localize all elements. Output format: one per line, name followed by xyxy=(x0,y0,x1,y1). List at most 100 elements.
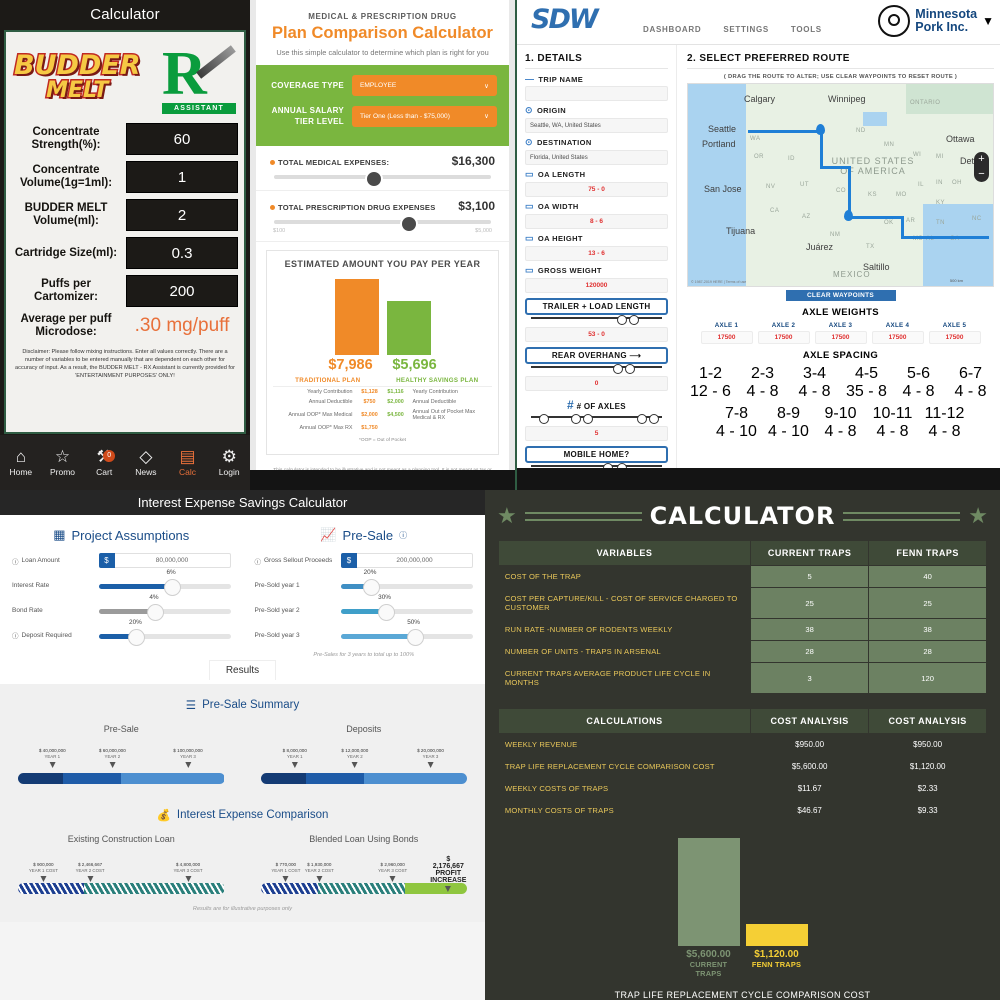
route-map[interactable]: Calgary Winnipeg Seattle Portland San Jo… xyxy=(687,83,994,287)
slider-knob[interactable] xyxy=(146,604,164,621)
axle-spacing-value[interactable]: 4 - 10 xyxy=(765,423,812,441)
info-icon[interactable]: ⓘ xyxy=(12,556,19,566)
row-current-value[interactable]: 3 xyxy=(750,662,870,694)
map-state-ut: UT xyxy=(800,182,809,188)
field-input[interactable]: 8 - 6 xyxy=(525,214,668,229)
axle-weight-value[interactable]: 17500 xyxy=(814,331,867,344)
slider[interactable]: 6% xyxy=(98,569,231,596)
route-waypoint-2[interactable] xyxy=(844,210,853,221)
info-icon[interactable]: ⓘ xyxy=(255,556,262,566)
clear-waypoints-button[interactable]: CLEAR WAYPOINTS xyxy=(785,290,896,301)
axle-weight-value[interactable]: 17500 xyxy=(928,331,981,344)
slider-knob[interactable] xyxy=(164,579,182,596)
bullet-icon xyxy=(270,205,275,210)
slider-knob[interactable] xyxy=(128,629,146,646)
row-current-value[interactable]: 5 xyxy=(750,565,870,588)
money-value[interactable]: 200,000,000 xyxy=(357,553,473,568)
route-waypoint-1[interactable] xyxy=(816,124,825,135)
slider[interactable]: 4% xyxy=(98,594,231,621)
field-value[interactable]: 200 xyxy=(126,275,238,307)
row-fenn-value[interactable]: 38 xyxy=(868,618,988,641)
nav-item-tools[interactable]: TOOLS xyxy=(791,25,822,34)
field-input[interactable]: Seattle, WA, United States xyxy=(525,118,668,133)
nav-item-home[interactable]: ⌂ Home xyxy=(0,435,42,490)
row-current-value[interactable]: 38 xyxy=(750,618,870,641)
field-input[interactable]: 120000 xyxy=(525,278,668,293)
marker-year: YEAR 1 xyxy=(286,754,303,759)
axle-spacing-value[interactable]: 4 - 8 xyxy=(921,423,968,441)
select-control[interactable]: Tier One (Less than - $75,000) ∨ xyxy=(352,105,497,127)
field-input[interactable]: 75 - 0 xyxy=(525,182,668,197)
axle-weight-value[interactable]: 17500 xyxy=(757,331,810,344)
timeline-marker: $ 8,000,000 YEAR 1 xyxy=(283,748,307,768)
row-fenn-value[interactable]: 25 xyxy=(868,587,988,619)
axle-weight-value[interactable]: 17500 xyxy=(700,331,753,344)
nav-item-promo[interactable]: ☆ Promo xyxy=(42,435,84,490)
account-menu[interactable]: Minnesota Pork Inc. ▼ xyxy=(878,5,994,37)
axle-spacing-value[interactable]: 4 - 8 xyxy=(947,383,994,401)
bottom-nav-bar[interactable]: ⌂Home☆Promo⚒0Cart◇News▤Calc⚙Login xyxy=(0,435,250,490)
field-value[interactable]: 2 xyxy=(126,199,238,231)
nav-item-login[interactable]: ⚙ Login xyxy=(208,435,250,490)
row-fenn-value[interactable]: 40 xyxy=(868,565,988,588)
rear-overhang-value[interactable]: 0 xyxy=(525,376,668,391)
axle-spacing-value[interactable]: 12 - 6 xyxy=(687,383,734,401)
field-input[interactable]: 13 - 6 xyxy=(525,246,668,261)
field-input[interactable] xyxy=(525,86,668,101)
zoom-in-button[interactable]: + xyxy=(974,152,989,167)
main-nav[interactable]: DASHBOARD SETTINGS TOOLS xyxy=(643,25,822,34)
slider[interactable]: 30% xyxy=(341,594,473,621)
axle-spacing-value[interactable]: 4 - 8 xyxy=(817,423,864,441)
axle-spacing-value[interactable]: 4 - 8 xyxy=(791,383,838,401)
slider-knob[interactable] xyxy=(399,215,418,233)
info-icon[interactable]: ⓘ xyxy=(12,630,19,640)
row-fenn-value[interactable]: 28 xyxy=(868,640,988,663)
axle-weight-value[interactable]: 17500 xyxy=(871,331,924,344)
axle-spacing-value[interactable]: 4 - 10 xyxy=(713,423,760,441)
map-zoom-controls[interactable]: + − xyxy=(974,152,989,182)
field-value[interactable]: 1 xyxy=(126,161,238,193)
slider[interactable]: 20% xyxy=(98,619,231,646)
slider-label: TOTAL MEDICAL EXPENSES: xyxy=(270,158,389,167)
money-input[interactable]: $80,000,000 xyxy=(98,553,231,568)
slider-track[interactable] xyxy=(274,215,491,233)
row-current-value[interactable]: 25 xyxy=(750,587,870,619)
slider[interactable]: 20% xyxy=(341,569,473,596)
trip-detail-fields: — TRIP NAME ⊙ ORIGIN Seattle, WA, United Sta… xyxy=(525,74,668,293)
row-fenn-value[interactable]: 120 xyxy=(868,662,988,694)
trailer-length-value[interactable]: 53 - 0 xyxy=(525,327,668,342)
slider-knob[interactable] xyxy=(406,629,424,646)
map-state-ca: CA xyxy=(770,208,780,214)
deposits-timeline-col: Deposits $ 8,000,000 YEAR 1 $ 12,000,000 YE… xyxy=(243,724,486,792)
slider-knob[interactable] xyxy=(377,604,395,621)
select-control[interactable]: EMPLOYEE ∨ xyxy=(352,75,497,96)
money-value[interactable]: 80,000,000 xyxy=(114,553,231,568)
row-current-value[interactable]: 28 xyxy=(750,640,870,663)
nav-item-dashboard[interactable]: DASHBOARD xyxy=(643,25,701,34)
field-value[interactable]: 0.3 xyxy=(126,237,238,269)
chevron-down-icon[interactable]: ▼ xyxy=(982,14,994,28)
slider[interactable]: 50% xyxy=(341,619,473,646)
slider-track[interactable] xyxy=(274,170,491,188)
nav-item-calc[interactable]: ▤ Calc xyxy=(167,435,209,490)
pin-icon: ⊙ xyxy=(525,105,533,115)
nav-item-settings[interactable]: SETTINGS xyxy=(723,25,769,34)
num-axles-value[interactable]: 5 xyxy=(525,426,668,441)
info-icon[interactable]: ⓘ xyxy=(399,530,407,541)
slider-knob[interactable] xyxy=(365,170,384,188)
field-value[interactable]: 60 xyxy=(126,123,238,155)
calculator-field-row: Cartridge Size(ml): 0.3 xyxy=(6,234,244,272)
nav-item-news[interactable]: ◇ News xyxy=(125,435,167,490)
axle-spacing-value[interactable]: 4 - 8 xyxy=(869,423,916,441)
zoom-out-button[interactable]: − xyxy=(974,167,989,182)
map-city-san-jose: San Jose xyxy=(704,184,742,194)
axle-spacing-value[interactable]: 35 - 8 xyxy=(843,383,890,401)
axle-spacing-value[interactable]: 4 - 8 xyxy=(895,383,942,401)
calculations-table: CALCULATIONS COST ANALYSIS COST ANALYSIS W… xyxy=(497,708,988,822)
money-input[interactable]: $200,000,000 xyxy=(341,553,473,568)
variables-header-row: VARIABLES CURRENT TRAPS FENN TRAPS xyxy=(497,540,988,566)
field-input[interactable]: Florida, United States xyxy=(525,150,668,165)
nav-item-cart[interactable]: ⚒0Cart xyxy=(83,435,125,490)
results-tab[interactable]: Results xyxy=(0,660,485,680)
axle-spacing-value[interactable]: 4 - 8 xyxy=(739,383,786,401)
